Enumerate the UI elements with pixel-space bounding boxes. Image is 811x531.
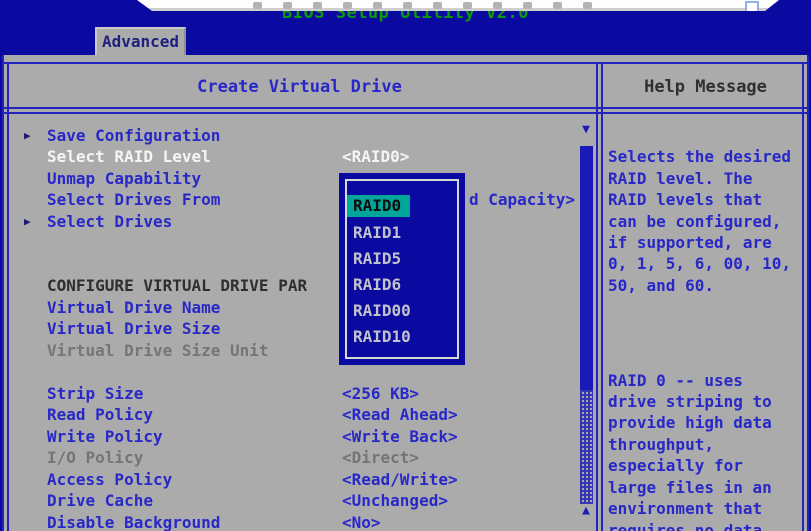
main-panel: Create Virtual Drive Help Message ▶ Save… [2,55,809,531]
menu-item-label: Disable Background [47,513,220,531]
menu-item-disable-background[interactable]: Disable Background <No> [4,513,576,531]
toolbar-icon[interactable] [313,2,322,9]
menu-item-label: Strip Size [47,384,143,403]
menu-item-write-policy[interactable]: Write Policy <Write Back> [4,427,576,448]
scroll-down-icon[interactable]: ▼ [578,123,594,137]
menu-item-label: Save Configuration [47,126,220,145]
dropdown-option-raid0[interactable]: RAID0 [347,195,410,217]
toolbar-icon[interactable] [253,2,262,9]
panel-divider-line [601,62,603,531]
section-header-label: CONFIGURE VIRTUAL DRIVE PAR [47,276,307,295]
menu-item-label: Select Drives From [47,190,220,209]
menu-item-label: Access Policy [47,470,172,489]
raid-level-dropdown: RAID0 RAID1 RAID5 RAID6 RAID00 RAID10 [339,173,465,365]
menu-item-virtual-drive-size[interactable]: Virtual Drive Size [4,319,576,340]
menu-item-strip-size[interactable]: Strip Size <256 KB> [4,384,576,405]
menu-item-select-drives[interactable]: ▶ Select Drives [4,212,576,233]
menu-item-value: <RAID0> [342,147,409,166]
menu-item-value: <Read Ahead> [342,405,458,424]
menu-item-label: I/O Policy [47,448,143,467]
menu-item-save-configuration[interactable]: ▶ Save Configuration [4,126,576,147]
menu-item-virtual-drive-size-unit: Virtual Drive Size Unit [4,341,576,362]
menu-item-value: <Direct> [342,448,419,467]
menu-item-drive-cache[interactable]: Drive Cache <Unchanged> [4,491,576,512]
toolbar-icon[interactable] [463,2,472,9]
help-message-body: Selects the desired RAID level. The RAID… [608,125,808,531]
panel-divider-line [596,62,598,531]
page-title: Create Virtual Drive [4,77,595,97]
toolbar-icon[interactable] [373,2,382,9]
dropdown-option-raid10[interactable]: RAID10 [353,327,411,349]
toolbar-icon[interactable] [283,2,292,9]
bios-screen: BIOS Setup Utility V2.0 Advanced Create … [0,0,811,531]
help-paragraph: Selects the desired RAID level. The RAID… [608,146,808,296]
panel-top-line [4,62,807,64]
submenu-arrow-icon: ▶ [24,129,31,142]
dropdown-option-raid1[interactable]: RAID1 [353,223,401,245]
menu-item-label: Virtual Drive Size Unit [47,341,269,360]
menu-item-value: <Write Back> [342,427,458,446]
dropdown-option-raid5[interactable]: RAID5 [353,249,401,271]
help-paragraph: RAID 0 -- uses drive striping to provide… [608,370,808,531]
header-separator-line [4,107,807,109]
menu-item-value: d Capacity> [469,190,575,209]
menu-item-label: Write Policy [47,427,163,446]
menu-item-label: Select Drives [47,212,172,231]
toolbar-icon[interactable] [583,2,592,9]
header-separator-line [4,112,807,114]
menu-item-value: <Read/Write> [342,470,458,489]
menu-item-label: Drive Cache [47,491,153,510]
help-panel-title: Help Message [604,77,807,97]
menu-item-value: <No> [342,513,381,531]
menu-item-label: Read Policy [47,405,153,424]
menu-item-access-policy[interactable]: Access Policy <Read/Write> [4,470,576,491]
scrollbar-track[interactable] [580,390,593,504]
menu-item-select-raid-level[interactable]: Select RAID Level <RAID0> [4,147,576,168]
dropdown-option-raid00[interactable]: RAID00 [353,301,411,323]
scroll-up-icon[interactable]: ▲ [578,504,594,518]
toolbar-icon[interactable] [433,2,442,9]
submenu-arrow-icon: ▶ [24,215,31,228]
viewer-toolbar [137,0,779,11]
toolbar-icon[interactable] [343,2,352,9]
toolbar-icon[interactable] [523,2,532,9]
toolbar-icon[interactable] [493,2,502,9]
menu-item-select-drives-from[interactable]: Select Drives From d Capacity> [4,190,576,211]
dropdown-option-raid6[interactable]: RAID6 [353,275,401,297]
scrollbar-thumb[interactable] [580,146,593,390]
section-header-configure-vd: CONFIGURE VIRTUAL DRIVE PAR [4,276,576,297]
menu-item-label: Select RAID Level [47,147,211,166]
toolbar-icon[interactable] [553,2,562,9]
toolbar-icon[interactable] [403,2,412,9]
menu-item-io-policy: I/O Policy <Direct> [4,448,576,469]
menu-item-label: Unmap Capability [47,169,201,188]
tab-advanced[interactable]: Advanced [95,27,186,55]
menu-item-label: Virtual Drive Name [47,298,220,317]
menu-item-virtual-drive-name[interactable]: Virtual Drive Name [4,298,576,319]
menu-item-label: Virtual Drive Size [47,319,220,338]
menu-item-value: <Unchanged> [342,491,448,510]
menu-item-unmap-capability[interactable]: Unmap Capability [4,169,576,190]
menu-item-read-policy[interactable]: Read Policy <Read Ahead> [4,405,576,426]
menu-item-value: <256 KB> [342,384,419,403]
